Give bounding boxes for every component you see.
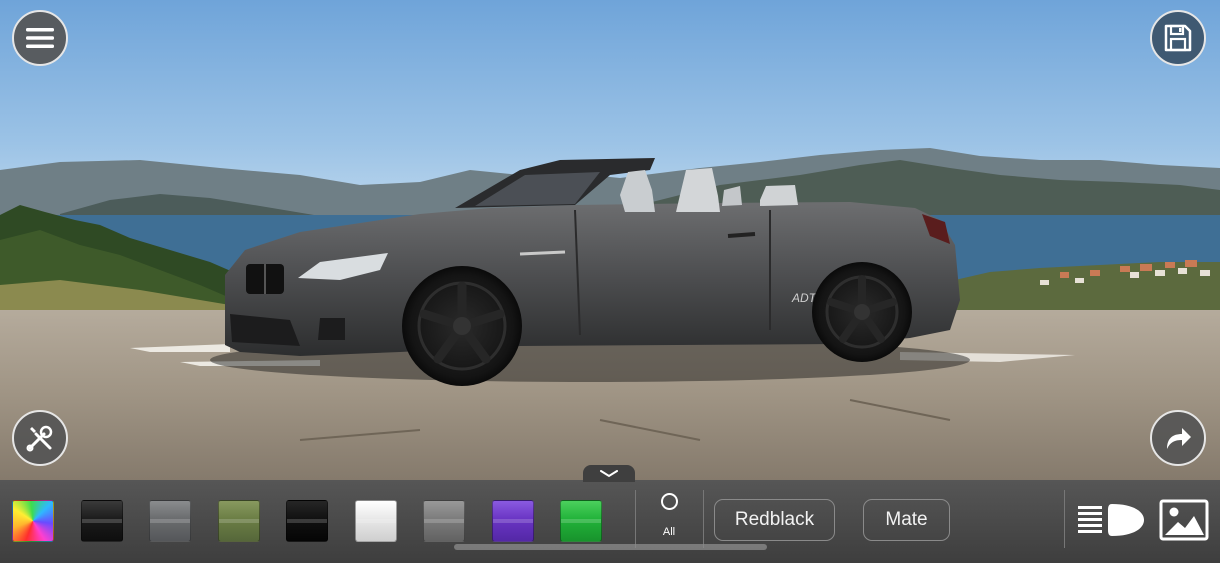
tools-button[interactable] (12, 410, 68, 466)
configurator-viewport[interactable]: ADT (0, 0, 1220, 480)
swatch-green[interactable] (560, 500, 602, 542)
wrench-screwdriver-icon (26, 425, 53, 452)
toolbar-divider (635, 490, 636, 548)
share-button[interactable] (1150, 410, 1206, 466)
landscape-image-icon (1159, 499, 1209, 541)
swatch-olive-green[interactable] (218, 500, 260, 542)
front-wheel (402, 266, 522, 386)
save-button[interactable] (1150, 10, 1206, 66)
swatch-purple[interactable] (492, 500, 534, 542)
hamburger-menu-icon (26, 28, 54, 48)
toolbar-divider (703, 490, 704, 548)
swatch-white[interactable] (355, 500, 397, 542)
toolbar-divider (1064, 490, 1065, 548)
circle-icon (660, 493, 678, 510)
swatch-matte-black[interactable] (286, 500, 328, 542)
home-indicator (454, 544, 767, 550)
floppy-save-icon (1164, 24, 1192, 52)
collapse-toolbar-button[interactable] (583, 465, 635, 482)
swatch-gunmetal-gray[interactable] (149, 500, 191, 542)
background-change-button[interactable] (1159, 499, 1209, 541)
chevron-down-icon (600, 469, 618, 477)
share-arrow-icon (1167, 428, 1191, 449)
headlight-beam-icon (1078, 504, 1144, 536)
swatch-rainbow[interactable] (12, 500, 54, 542)
rear-wheel (812, 262, 912, 362)
headlights-toggle-button[interactable] (1078, 500, 1146, 540)
scene-illustration: ADT (0, 148, 1220, 480)
finish-redblack-button[interactable]: Redblack (714, 499, 835, 541)
swatch-gloss-black[interactable] (81, 500, 123, 542)
all-label: All (662, 526, 676, 538)
rear-seat-2 (760, 185, 798, 206)
finish-mate-button[interactable]: Mate (863, 499, 950, 541)
swatch-silver-gray[interactable] (423, 500, 465, 542)
menu-button[interactable] (12, 10, 68, 66)
all-colors-button[interactable]: All (648, 490, 690, 544)
